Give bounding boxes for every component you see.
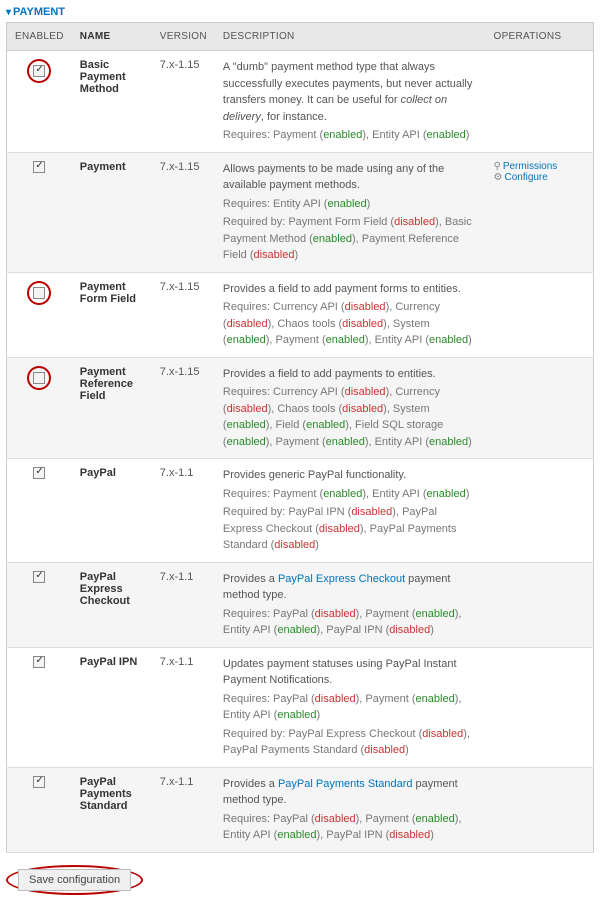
- module-name: Basic Payment Method: [72, 51, 152, 153]
- module-description: Provides generic PayPal functionality.Re…: [215, 459, 486, 563]
- module-operations: [486, 357, 594, 459]
- module-description: Provides a field to add payments to enti…: [215, 357, 486, 459]
- module-description: Provides a PayPal Payments Standard paym…: [215, 767, 486, 852]
- table-row: PayPal7.x-1.1Provides generic PayPal fun…: [7, 459, 594, 563]
- module-name: PayPal: [72, 459, 152, 563]
- col-operations: OPERATIONS: [486, 23, 594, 51]
- module-version: 7.x-1.1: [152, 562, 215, 647]
- module-operations: [486, 767, 594, 852]
- enable-checkbox[interactable]: [33, 571, 45, 583]
- highlight-circle: [27, 281, 51, 305]
- save-configuration-button[interactable]: Save configuration: [18, 869, 131, 891]
- module-description: Provides a field to add payment forms to…: [215, 272, 486, 357]
- module-name: PayPal Payments Standard: [72, 767, 152, 852]
- col-version: VERSION: [152, 23, 215, 51]
- module-version: 7.x-1.1: [152, 767, 215, 852]
- module-name: PayPal IPN: [72, 647, 152, 767]
- module-name: Payment Reference Field: [72, 357, 152, 459]
- col-name: NAME: [72, 23, 152, 51]
- module-operations: [486, 647, 594, 767]
- col-enabled: ENABLED: [7, 23, 72, 51]
- table-row: Payment Form Field7.x-1.15Provides a fie…: [7, 272, 594, 357]
- table-row: PayPal Express Checkout7.x-1.1Provides a…: [7, 562, 594, 647]
- table-row: Payment Reference Field7.x-1.15Provides …: [7, 357, 594, 459]
- module-operations: [486, 562, 594, 647]
- table-row: Basic Payment Method7.x-1.15A "dumb" pay…: [7, 51, 594, 153]
- table-row: Payment7.x-1.15Allows payments to be mad…: [7, 152, 594, 272]
- module-version: 7.x-1.1: [152, 459, 215, 563]
- module-operations: [486, 272, 594, 357]
- module-operations: PermissionsConfigure: [486, 152, 594, 272]
- module-description: Updates payment statuses using PayPal In…: [215, 647, 486, 767]
- module-version: 7.x-1.15: [152, 152, 215, 272]
- module-version: 7.x-1.15: [152, 51, 215, 153]
- configure-link[interactable]: Configure: [494, 172, 548, 183]
- table-row: PayPal IPN7.x-1.1Updates payment statuse…: [7, 647, 594, 767]
- enable-checkbox[interactable]: [33, 65, 45, 77]
- col-description: DESCRIPTION: [215, 23, 486, 51]
- module-name: Payment Form Field: [72, 272, 152, 357]
- module-operations: [486, 459, 594, 563]
- enable-checkbox[interactable]: [33, 161, 45, 173]
- enable-checkbox[interactable]: [33, 287, 45, 299]
- module-name: Payment: [72, 152, 152, 272]
- highlight-circle: [27, 366, 51, 390]
- module-version: 7.x-1.1: [152, 647, 215, 767]
- module-version: 7.x-1.15: [152, 272, 215, 357]
- save-highlight: Save configuration: [6, 865, 143, 895]
- modules-table: ENABLED NAME VERSION DESCRIPTION OPERATI…: [6, 22, 594, 853]
- module-description: Provides a PayPal Express Checkout payme…: [215, 562, 486, 647]
- module-description: A "dumb" payment method type that always…: [215, 51, 486, 153]
- enable-checkbox[interactable]: [33, 467, 45, 479]
- module-version: 7.x-1.15: [152, 357, 215, 459]
- enable-checkbox[interactable]: [33, 656, 45, 668]
- permissions-link[interactable]: Permissions: [494, 161, 558, 172]
- highlight-circle: [27, 59, 51, 83]
- module-name: PayPal Express Checkout: [72, 562, 152, 647]
- module-description: Allows payments to be made using any of …: [215, 152, 486, 272]
- table-row: PayPal Payments Standard7.x-1.1Provides …: [7, 767, 594, 852]
- enable-checkbox[interactable]: [33, 372, 45, 384]
- module-operations: [486, 51, 594, 153]
- section-title[interactable]: PAYMENT: [6, 6, 594, 18]
- enable-checkbox[interactable]: [33, 776, 45, 788]
